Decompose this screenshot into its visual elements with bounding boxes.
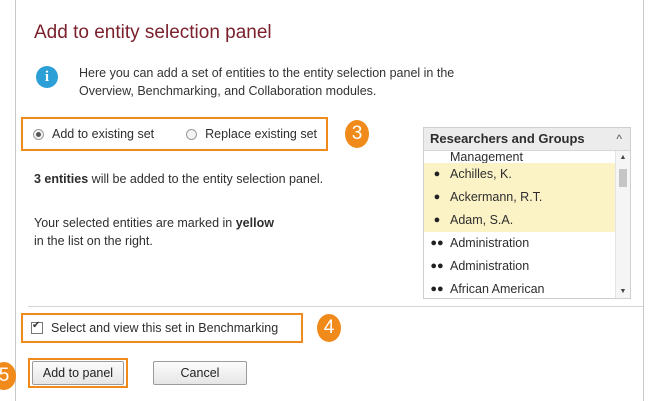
entity-list-panel: Researchers and Groups ^ Management ● Ach…: [423, 127, 631, 299]
dialog-left-border: [15, 0, 16, 401]
benchmarking-checkbox-label: Select and view this set in Benchmarking: [51, 321, 279, 335]
list-header-title: Researchers and Groups: [430, 131, 585, 146]
list-item-label: Management: [450, 151, 523, 163]
marked-prefix: Your selected entities are marked in: [34, 216, 236, 230]
group-icon: ●●: [430, 237, 444, 249]
cancel-button[interactable]: Cancel: [153, 361, 247, 385]
list-item[interactable]: ●● Administration: [424, 232, 616, 255]
list-item[interactable]: Management: [424, 151, 616, 163]
summary-text: 3 entities will be added to the entity s…: [34, 172, 323, 186]
benchmarking-checkbox-row[interactable]: Select and view this set in Benchmarking: [21, 313, 303, 343]
list-item-label: Adam, S.A.: [450, 213, 514, 227]
add-button-highlight: Add to panel: [28, 358, 128, 388]
info-text: Here you can add a set of entities to th…: [79, 66, 455, 98]
list-item[interactable]: ●● Administration: [424, 255, 616, 278]
list-item-label: Achilles, K.: [450, 167, 512, 181]
person-icon: ●: [433, 214, 441, 226]
list-item[interactable]: ● Achilles, K.: [424, 163, 616, 186]
list-item[interactable]: ● Ackermann, R.T.: [424, 186, 616, 209]
marked-suffix: in the list on the right.: [34, 234, 153, 248]
info-icon: i: [36, 66, 58, 88]
summary-rest: will be added to the entity selection pa…: [88, 172, 324, 186]
radio-selected-icon[interactable]: [33, 128, 44, 140]
highlight-explanation: Your selected entities are marked in yel…: [34, 214, 314, 250]
section-divider: [28, 306, 643, 307]
set-mode-options: Add to existing set Replace existing set: [21, 117, 328, 151]
list-item-label: Administration: [450, 259, 530, 273]
radio-unselected-icon[interactable]: [186, 128, 198, 140]
list-item[interactable]: ●● African American: [424, 278, 616, 298]
scroll-down-icon[interactable]: ▼: [616, 288, 630, 295]
list-body: Management ● Achilles, K. ● Ackermann, R.T…: [424, 151, 616, 298]
scroll-up-icon[interactable]: ▲: [616, 154, 630, 161]
list-header[interactable]: Researchers and Groups ^: [424, 128, 630, 151]
step-3-badge: 3: [345, 120, 369, 148]
list-item[interactable]: ● Adam, S.A.: [424, 209, 616, 232]
list-item-label: Administration: [450, 236, 530, 250]
checkbox-checked-icon[interactable]: [31, 320, 43, 334]
add-to-panel-button[interactable]: Add to panel: [32, 361, 124, 385]
marked-highlight-word: yellow: [235, 216, 274, 230]
group-icon: ●●: [430, 283, 444, 295]
dialog-title: Add to entity selection panel: [34, 22, 272, 43]
add-existing-label: Add to existing set: [52, 127, 155, 141]
step-5-badge: 5: [0, 362, 16, 390]
step-4-badge: 4: [317, 314, 341, 342]
replace-existing-label: Replace existing set: [205, 127, 318, 141]
group-icon: ●●: [430, 260, 444, 272]
dialog-right-border: [643, 0, 644, 401]
list-scrollbar[interactable]: ▲ ▼: [615, 151, 630, 298]
collapse-icon[interactable]: ^: [616, 128, 622, 150]
entity-count: 3 entities: [34, 172, 89, 186]
replace-existing-radio[interactable]: Replace existing set: [176, 127, 317, 141]
scroll-thumb[interactable]: [619, 169, 627, 187]
person-icon: ●: [433, 191, 441, 203]
add-existing-radio[interactable]: Add to existing set: [23, 127, 154, 141]
list-item-label: Ackermann, R.T.: [450, 190, 543, 204]
person-icon: ●: [433, 168, 441, 180]
list-item-label: African American: [450, 282, 545, 296]
